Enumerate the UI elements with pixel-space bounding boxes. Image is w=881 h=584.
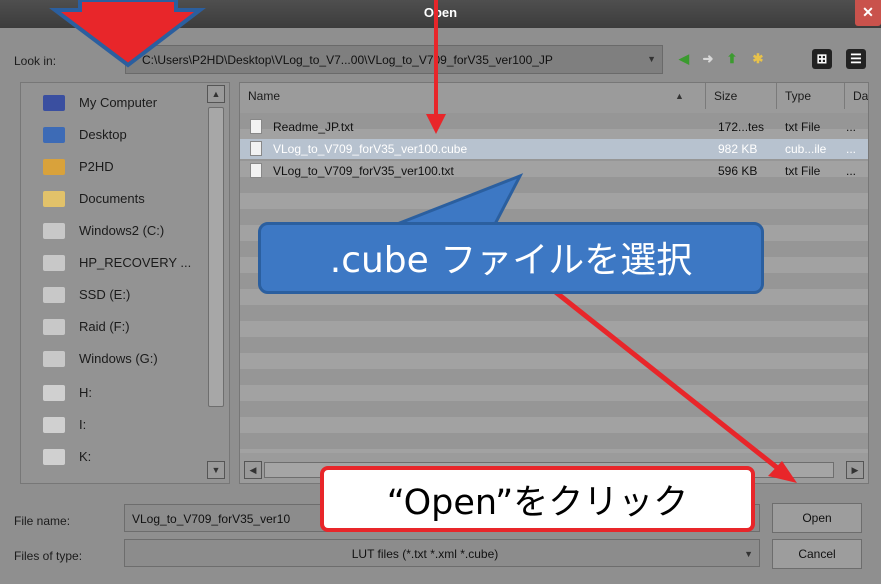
pointer-arrowhead-icon — [426, 114, 446, 134]
pointer-line — [546, 284, 782, 472]
callout-select-cube: .cube ファイルを選択 — [329, 240, 693, 281]
down-arrow-icon — [49, 0, 206, 68]
callout-tail — [391, 173, 524, 228]
callout-click-open: “Open”をクリック — [386, 483, 689, 523]
